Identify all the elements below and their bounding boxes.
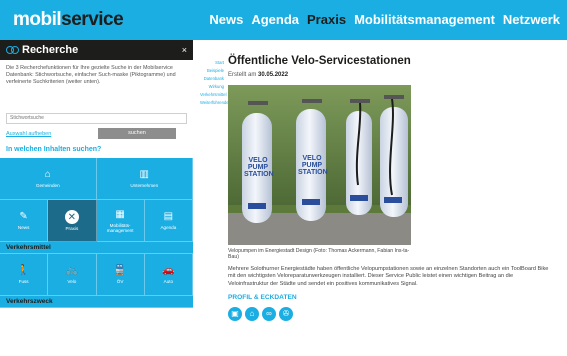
top-bar: mobilservice News Agenda Praxis Mobilitä… [0, 0, 567, 40]
nav-netzwerk[interactable]: Netzwerk [503, 12, 560, 27]
nav-mobilitaetsmanagement[interactable]: Mobilitätsmanagement [354, 12, 495, 27]
date-value: 30.05.2022 [258, 72, 289, 78]
filter-auto[interactable]: 🚗 Auto [144, 254, 193, 296]
subnav-beispiele[interactable]: Beispiele [200, 68, 224, 73]
home-icon[interactable]: ⌂ [245, 306, 259, 321]
filter-label: Praxis [65, 226, 79, 231]
search-button[interactable]: suchen [98, 128, 176, 139]
section-subnav: Start Beispiele Datenbank Wirkung Verkeh… [200, 60, 231, 108]
photo-caption: Velopumpen im Energiestadt Design (Foto:… [228, 248, 410, 261]
main-nav: News Agenda Praxis Mobilitätsmanagement … [209, 12, 560, 27]
profile-heading: PROFIL & ECKDATEN [228, 293, 297, 301]
article: Öffentliche Velo-Servicestationen Erstel… [228, 55, 558, 321]
article-body: Mehrere Solothurner Energiestädte haben … [228, 265, 549, 287]
factory-icon: ▥ [139, 169, 149, 180]
house-icon: ⌂ [44, 169, 51, 180]
filter-fuss[interactable]: 🚶 Fuss [0, 254, 49, 296]
car-icon: 🚗 [162, 265, 175, 276]
station-label-1: VELO PUMP STATION [244, 157, 274, 178]
train-icon: 🚆 [113, 265, 127, 276]
filter-label: Velo [67, 279, 77, 284]
subnav-verkehrsmittel[interactable]: Verkehrsmittel [200, 92, 227, 97]
filter-row-transport: 🚶 Fuss 🚲 Velo 🚆 ÖV 🚗 Auto [0, 254, 193, 296]
bicycle-icon: 🚲 [65, 265, 79, 276]
filter-grid: ⌂ Gemeinden ▥ Unternehmen ✎ News ✕ Praxi… [0, 158, 193, 308]
subnav-datenbank[interactable]: Datenbank [200, 76, 224, 81]
logo-part-service: service [61, 9, 124, 30]
filter-praxis[interactable]: ✕ Praxis [48, 200, 97, 242]
filter-oev[interactable]: 🚆 ÖV [96, 254, 145, 296]
filter-velo[interactable]: 🚲 Velo [48, 254, 97, 296]
filter-unternehmen[interactable]: ▥ Unternehmen [96, 158, 193, 200]
panel-title: Recherche [22, 44, 79, 56]
calendar-icon: ▤ [163, 211, 174, 222]
site-logo[interactable]: mobilservice [13, 9, 124, 31]
close-icon[interactable]: × [182, 45, 187, 55]
filter-row-content: ✎ News ✕ Praxis ▦ Mobilitäts-management … [0, 200, 193, 242]
category-verkehrsmittel: Verkehrsmittel [0, 242, 193, 254]
search-input[interactable] [6, 112, 187, 124]
people-icon: ▦ [115, 208, 125, 220]
filter-label: Unternehmen [130, 183, 159, 188]
content-question: In welchen Inhalten suchen? [6, 146, 102, 153]
close-circle-icon: ✕ [64, 210, 79, 224]
profile-icons: ▣ ⌂ ∞ ✇ [228, 306, 558, 321]
pencil-icon: ✎ [19, 211, 28, 222]
walking-icon: 🚶 [17, 265, 30, 276]
article-date: Erstellt am 30.05.2022 [228, 72, 558, 78]
filter-news[interactable]: ✎ News [0, 200, 49, 242]
search-actions: Auswahl aufheben suchen [6, 128, 187, 139]
filter-gemeinden[interactable]: ⌂ Gemeinden [0, 158, 97, 200]
subnav-start[interactable]: Start [200, 60, 224, 65]
article-title: Öffentliche Velo-Servicestationen [228, 55, 411, 67]
reset-selection-link[interactable]: Auswahl aufheben [6, 131, 98, 137]
nav-news[interactable]: News [209, 12, 243, 27]
date-prefix: Erstellt am [228, 72, 257, 78]
subnav-wirkung[interactable]: Wirkung [200, 84, 224, 89]
pump-icon[interactable]: ✇ [279, 306, 293, 321]
subnav-weiterfuehrendes[interactable]: Weiterführendes [200, 100, 231, 105]
binoculars-icon [6, 45, 19, 55]
filter-label: Fuss [18, 279, 29, 284]
filter-label: Agenda [160, 225, 177, 230]
station-label-2: VELO PUMP STATION [298, 155, 328, 176]
bus-icon[interactable]: ▣ [228, 306, 242, 321]
panel-intro: Die 3 Recherchefunktionen für Ihre gezie… [6, 65, 176, 86]
recherche-panel: Recherche × Die 3 Recherchefunktionen fü… [0, 40, 193, 356]
filter-row-audience: ⌂ Gemeinden ▥ Unternehmen [0, 158, 193, 200]
filter-mobilitaetsmanagement[interactable]: ▦ Mobilitäts-management [96, 200, 145, 242]
pump-station-4 [380, 107, 408, 217]
bike-icon[interactable]: ∞ [262, 306, 276, 321]
panel-header: Recherche × [0, 40, 193, 60]
nav-agenda[interactable]: Agenda [251, 12, 299, 27]
filter-label: Auto [163, 279, 174, 284]
filter-label: Gemeinden [35, 183, 60, 188]
logo-part-mobil: mobil [13, 9, 62, 30]
filter-label: ÖV [116, 279, 124, 284]
filter-label: Mobilitäts-management [106, 222, 134, 233]
filter-agenda[interactable]: ▤ Agenda [144, 200, 193, 242]
category-verkehrszweck: Verkehrszweck [0, 296, 193, 308]
nav-praxis[interactable]: Praxis [307, 12, 346, 27]
filter-label: News [17, 225, 30, 230]
article-photo: VELO PUMP STATION VELO PUMP STATION [228, 85, 411, 245]
